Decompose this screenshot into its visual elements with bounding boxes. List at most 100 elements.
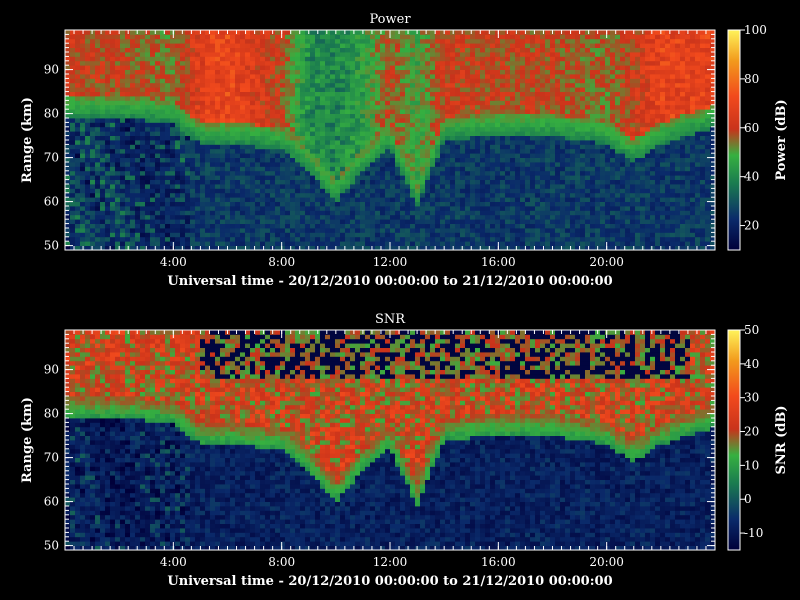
heatmap-cell (440, 228, 446, 233)
heatmap-cell (70, 214, 76, 220)
heatmap-cell (450, 219, 456, 224)
heatmap-cell (210, 82, 216, 88)
heatmap-cell (95, 153, 101, 158)
heatmap-cell (115, 170, 121, 176)
heatmap-cell (335, 157, 341, 163)
heatmap-cell (310, 52, 316, 57)
heatmap-cell (520, 170, 526, 176)
heatmap-cell (555, 65, 561, 70)
heatmap-cell (310, 232, 316, 238)
heatmap-cell (550, 135, 556, 141)
heatmap-cell (280, 122, 286, 128)
heatmap-cell (465, 192, 471, 198)
heatmap-cell (265, 210, 271, 216)
heatmap-cell (100, 179, 106, 185)
heatmap-cell (185, 113, 191, 119)
heatmap-cell (195, 82, 201, 88)
heatmap-cell (350, 34, 356, 40)
heatmap-cell (240, 214, 246, 220)
heatmap-cell (390, 192, 396, 198)
heatmap-cell (70, 192, 76, 198)
heatmap-cell (70, 175, 76, 180)
heatmap-cell (285, 118, 291, 123)
heatmap-cell (455, 34, 461, 40)
heatmap-cell (535, 43, 541, 48)
heatmap-cell (150, 131, 156, 136)
heatmap-cell (160, 197, 166, 202)
heatmap-cell (330, 179, 336, 185)
heatmap-cell (285, 210, 291, 216)
heatmap-cell (360, 38, 366, 44)
heatmap-cell (165, 34, 171, 40)
heatmap-cell (265, 30, 271, 35)
heatmap-cell (455, 228, 461, 233)
heatmap-cell (295, 144, 301, 150)
heatmap-cell (450, 118, 456, 123)
heatmap-cell (260, 30, 266, 35)
heatmap-cell (335, 206, 341, 211)
heatmap-cell (310, 184, 316, 189)
heatmap-cell (520, 52, 526, 57)
heatmap-cell (460, 56, 466, 62)
heatmap-cell (220, 197, 226, 202)
heatmap-cell (445, 184, 451, 189)
heatmap-cell (430, 201, 436, 207)
heatmap-cell (125, 38, 131, 44)
heatmap-cell (90, 192, 96, 198)
heatmap-cell (270, 100, 276, 106)
heatmap-cell (310, 157, 316, 163)
heatmap-cell (465, 131, 471, 136)
heatmap-cell (375, 52, 381, 57)
heatmap-cell (110, 144, 116, 150)
heatmap-cell (335, 87, 341, 92)
heatmap-cell (170, 96, 176, 101)
heatmap-cell (360, 223, 366, 229)
heatmap-cell (225, 197, 231, 202)
heatmap-cell (175, 201, 181, 207)
heatmap-cell (260, 131, 266, 136)
heatmap-cell (280, 201, 286, 207)
heatmap-cell (330, 87, 336, 92)
heatmap-cell (480, 60, 486, 66)
heatmap-cell (505, 47, 511, 53)
heatmap-cell (455, 210, 461, 216)
heatmap-cell (155, 122, 161, 128)
heatmap-cell (325, 52, 331, 57)
heatmap-cell (280, 144, 286, 150)
heatmap-cell (475, 122, 481, 128)
heatmap-cell (360, 74, 366, 79)
heatmap-cell (285, 162, 291, 167)
heatmap-cell (305, 100, 311, 106)
heatmap-cell (490, 52, 496, 57)
heatmap-cell (385, 43, 391, 48)
heatmap-cell (95, 210, 101, 216)
heatmap-cell (90, 241, 96, 246)
heatmap-cell (105, 126, 111, 132)
heatmap-cell (365, 201, 371, 207)
heatmap-cell (105, 38, 111, 44)
heatmap-cell (495, 197, 501, 202)
heatmap-cell (200, 135, 206, 141)
heatmap-cell (415, 170, 421, 176)
heatmap-cell (105, 170, 111, 176)
heatmap-cell (110, 179, 116, 185)
heatmap-cell (225, 135, 231, 141)
heatmap-cell (110, 135, 116, 141)
heatmap-cell (475, 104, 481, 110)
heatmap-cell (525, 162, 531, 167)
heatmap-cell (80, 47, 86, 53)
heatmap-cell (425, 144, 431, 150)
heatmap-cell (290, 52, 296, 57)
heatmap-cell (375, 153, 381, 158)
heatmap-cell (540, 153, 546, 158)
heatmap-cell (165, 96, 171, 101)
heatmap-cell (435, 241, 441, 246)
heatmap-cell (535, 118, 541, 123)
heatmap-cell (275, 60, 281, 66)
heatmap-cell (440, 206, 446, 211)
heatmap-cell (310, 188, 316, 194)
heatmap-cell (445, 236, 451, 242)
heatmap-cell (535, 38, 541, 44)
heatmap-cell (80, 232, 86, 238)
heatmap-cell (390, 144, 396, 150)
